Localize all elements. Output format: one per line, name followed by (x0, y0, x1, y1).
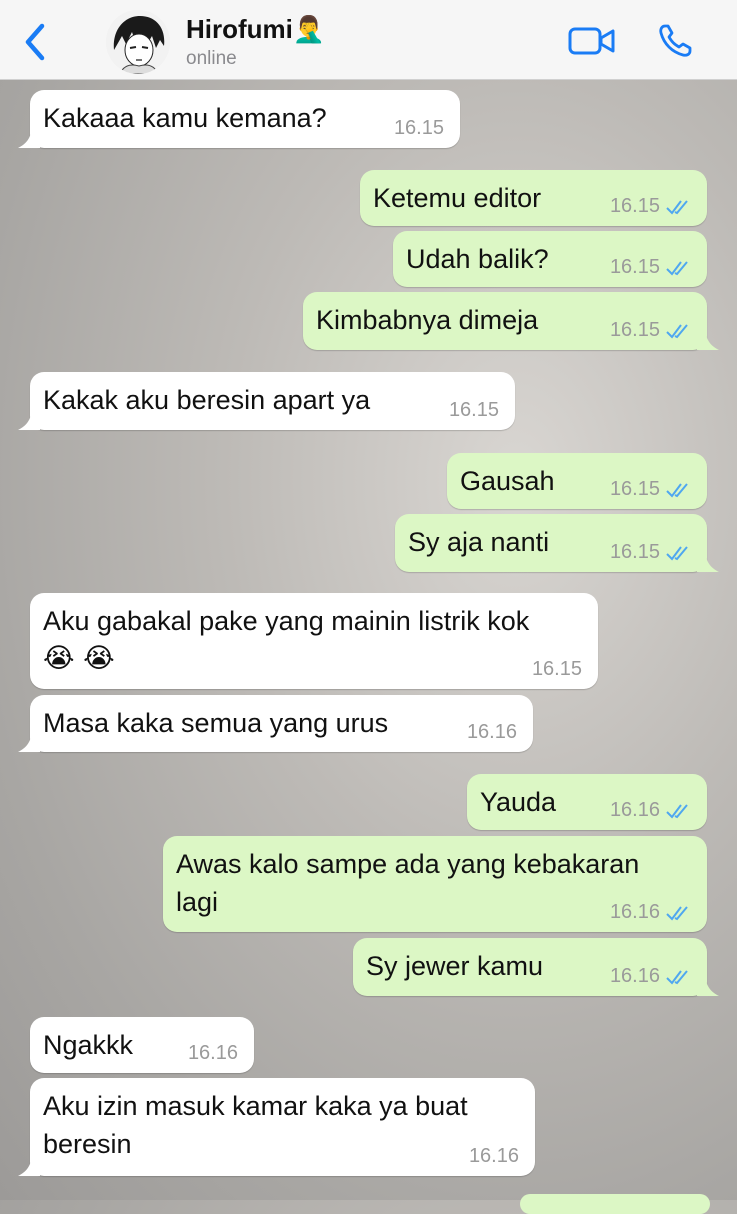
message-bubble-outgoing[interactable]: Ketemu editor 16.15 (360, 170, 707, 226)
message-meta: 16.15 (610, 195, 693, 218)
avatar-image (106, 10, 170, 74)
back-chevron-icon[interactable] (20, 20, 50, 64)
message-meta: 16.15 (610, 256, 693, 279)
contact-name[interactable]: Hirofumi🤦‍♂️ (186, 14, 325, 45)
message-meta: 16.15 (610, 478, 693, 501)
message-text: Aku izin masuk kamar kaka ya buat beresi… (43, 1087, 468, 1163)
message-text: Gausah (460, 466, 555, 496)
message-meta: 16.16 (188, 1042, 238, 1065)
message-time: 16.15 (448, 399, 499, 421)
message-meta: 16.16 (469, 1145, 519, 1168)
contact-status: online (186, 48, 237, 69)
message-time: 16.15 (609, 195, 660, 217)
message-bubble-outgoing[interactable]: Gausah 16.15 (447, 453, 707, 509)
message-bubble-outgoing[interactable]: Sy aja nanti 16.15 (395, 514, 719, 572)
message-meta: 16.16 (610, 965, 693, 988)
message-time: 16.15 (393, 117, 444, 139)
message-meta: 16.15 (394, 117, 444, 140)
message-text: Kimbabnya dimeja (316, 305, 539, 335)
message-meta: 16.15 (449, 399, 499, 422)
message-text: Aku gabakal pake yang mainin listrik kok… (43, 602, 529, 678)
message-bubble-incoming[interactable]: Kakak aku beresin apart ya 16.15 (18, 372, 515, 430)
message-bubble-outgoing-partial (520, 1194, 710, 1214)
message-time: 16.16 (609, 965, 660, 987)
message-line: beresin (43, 1129, 132, 1159)
message-time: 16.15 (609, 256, 660, 278)
message-time: 16.15 (609, 541, 660, 563)
double-check-icon (666, 323, 688, 339)
contact-name-text: Hirofumi (186, 14, 293, 44)
bubble-tail (697, 326, 719, 350)
message-bubble-incoming[interactable]: Ngakkk 16.16 (30, 1017, 254, 1073)
double-check-icon (666, 199, 688, 215)
message-bubble-incoming[interactable]: Aku izin masuk kamar kaka ya buat beresi… (18, 1078, 535, 1176)
message-meta: 16.15 (610, 541, 693, 564)
message-bubble-incoming[interactable]: Aku gabakal pake yang mainin listrik kok… (30, 593, 598, 689)
double-check-icon (666, 482, 688, 498)
message-time: 16.16 (187, 1042, 238, 1064)
bubble-tail (18, 124, 40, 148)
chat-header: Hirofumi🤦‍♂️ online (0, 0, 737, 80)
message-line: Awas kalo sampe ada yang kebakaran (176, 849, 640, 879)
message-line: Aku izin masuk kamar kaka ya buat (43, 1091, 468, 1121)
crying-emoji: 😭 😭 (43, 643, 115, 674)
message-time: 16.16 (609, 799, 660, 821)
message-text: Awas kalo sampe ada yang kebakaran lagi (176, 845, 639, 921)
message-line: Aku gabakal pake yang mainin listrik kok (43, 606, 530, 636)
message-time: 16.15 (609, 478, 660, 500)
message-time: 16.16 (609, 901, 660, 923)
message-time: 16.16 (466, 721, 517, 743)
double-check-icon (666, 803, 688, 819)
message-text: Udah balik? (406, 244, 549, 274)
message-time: 16.15 (609, 319, 660, 341)
message-bubble-incoming[interactable]: Masa kaka semua yang urus 16.16 (18, 695, 533, 752)
message-line: lagi (176, 887, 219, 917)
bubble-tail (18, 406, 40, 430)
bubble-tail (18, 1152, 40, 1176)
message-bubble-outgoing[interactable]: Udah balik? 16.15 (393, 231, 707, 287)
message-time: 16.16 (468, 1145, 519, 1167)
bubble-tail (697, 548, 719, 572)
bubble-tail (18, 728, 40, 752)
facepalm-emoji: 🤦‍♂️ (292, 15, 326, 45)
message-text: Sy jewer kamu (366, 951, 544, 981)
message-text: Kakak aku beresin apart ya (43, 385, 371, 415)
double-check-icon (666, 545, 688, 561)
double-check-icon (666, 905, 688, 921)
voice-call-icon[interactable] (656, 22, 694, 60)
message-meta: 16.16 (467, 721, 517, 744)
message-bubble-outgoing[interactable]: Yauda 16.16 (467, 774, 707, 830)
message-text: Ketemu editor (373, 183, 542, 213)
message-bubble-incoming[interactable]: Kakaaa kamu kemana? 16.15 (18, 90, 460, 148)
contact-avatar[interactable] (106, 10, 170, 74)
double-check-icon (666, 969, 688, 985)
message-time: 16.15 (531, 658, 582, 680)
bubble-tail (697, 972, 719, 996)
message-meta: 16.15 (610, 319, 693, 342)
message-text: Sy aja nanti (408, 527, 550, 557)
message-text: Kakaaa kamu kemana? (43, 103, 327, 133)
message-text: Ngakkk (43, 1030, 134, 1060)
message-text: Yauda (480, 787, 557, 817)
message-bubble-outgoing[interactable]: Awas kalo sampe ada yang kebakaran lagi … (163, 836, 707, 932)
message-text: Masa kaka semua yang urus (43, 708, 389, 738)
message-meta: 16.15 (532, 658, 582, 681)
message-meta: 16.16 (610, 901, 693, 924)
video-call-icon[interactable] (568, 25, 616, 57)
message-meta: 16.16 (610, 799, 693, 822)
message-bubble-outgoing[interactable]: Kimbabnya dimeja 16.15 (303, 292, 719, 350)
message-bubble-outgoing[interactable]: Sy jewer kamu 16.16 (353, 938, 719, 996)
double-check-icon (666, 260, 688, 276)
